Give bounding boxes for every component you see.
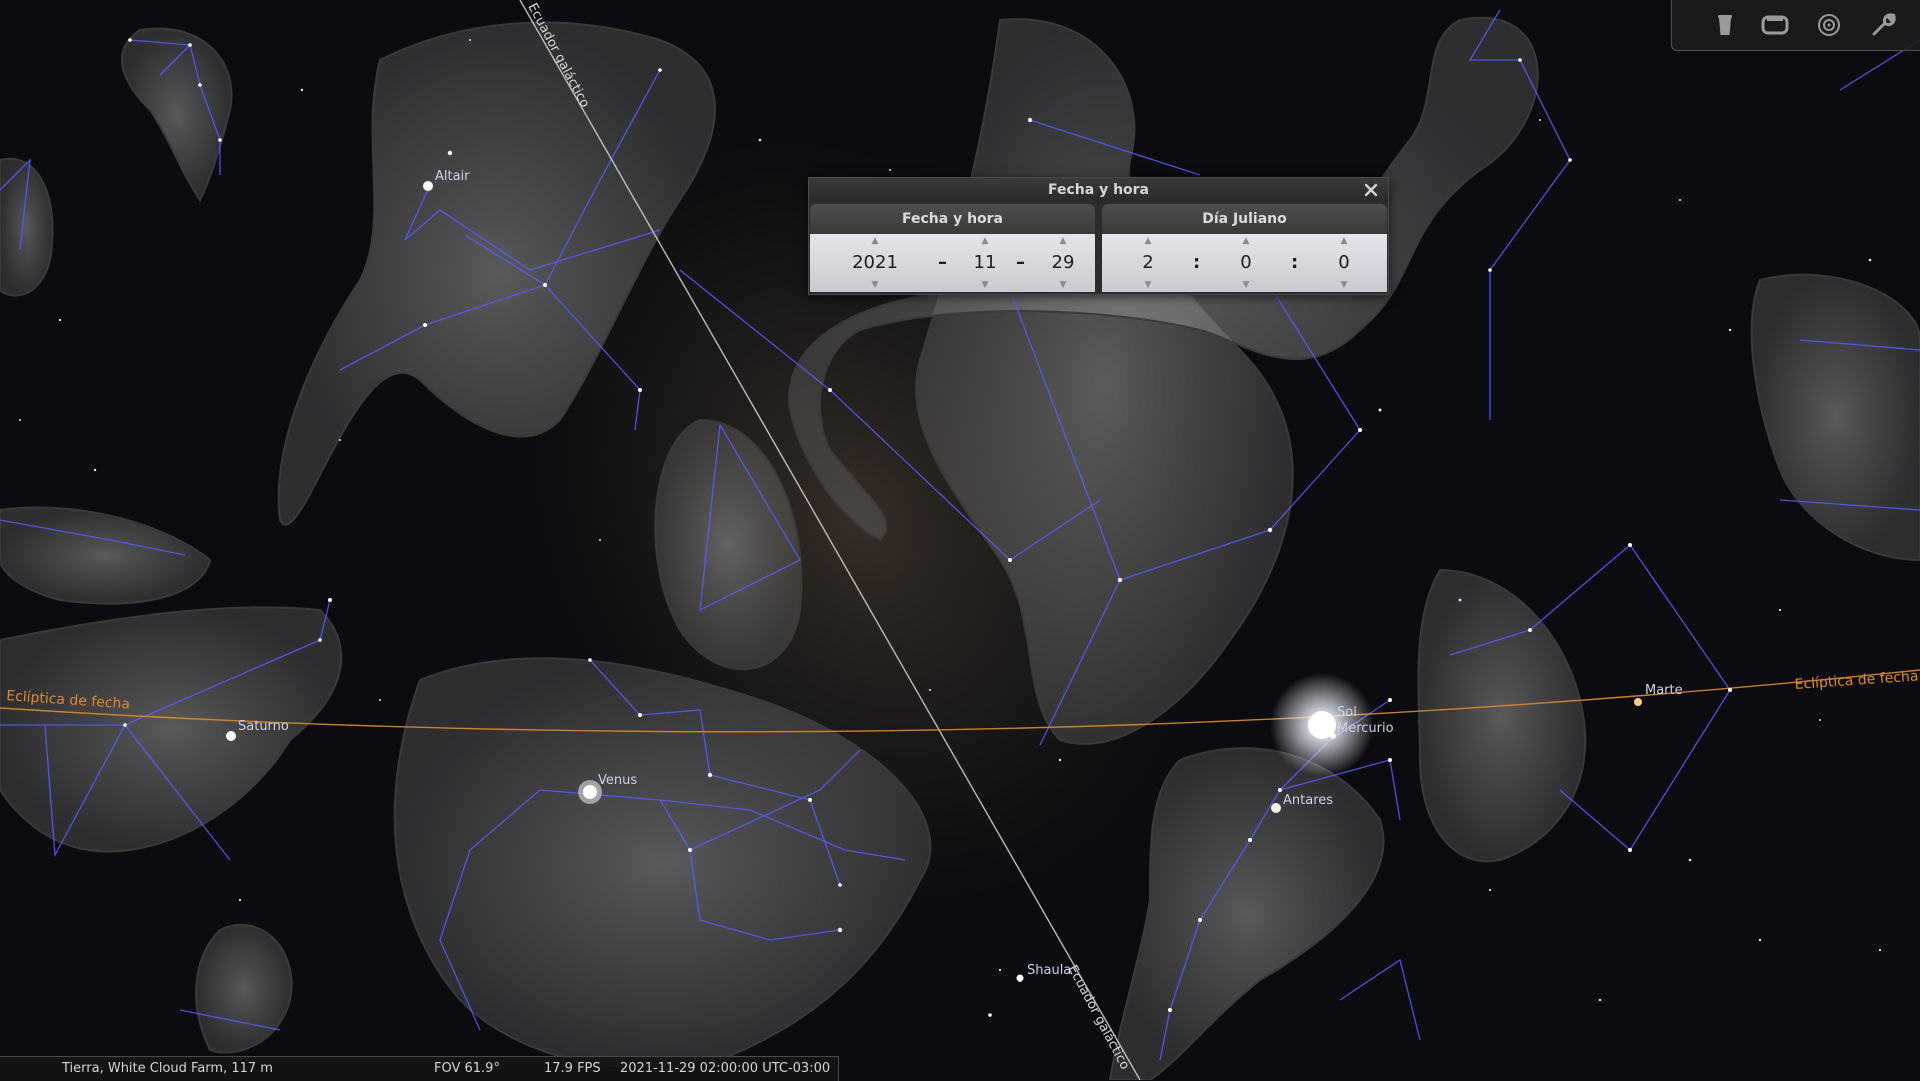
label-sol: Sol: [1337, 705, 1357, 720]
year-down-arrow-icon[interactable]: ▼: [845, 279, 905, 291]
window-icon: [1761, 15, 1789, 35]
label-mercurio: Mercurio: [1337, 721, 1394, 736]
dialog-title[interactable]: Fecha y hora: [809, 178, 1388, 202]
day-up-arrow-icon[interactable]: ▲: [1033, 235, 1093, 247]
label-shaula: Shaula: [1027, 963, 1071, 978]
status-location: Tierra, White Cloud Farm, 117 m: [62, 1061, 273, 1076]
second-down-arrow-icon[interactable]: ▼: [1314, 279, 1374, 291]
date-separator-2: –: [1016, 252, 1025, 273]
date-time-dialog: Fecha y hora Fecha y hora Día Juliano ▲ …: [808, 177, 1389, 295]
minute-value[interactable]: 0: [1216, 250, 1276, 276]
hour-spinner[interactable]: ▲ 2 ▼: [1118, 234, 1178, 292]
second-spinner[interactable]: ▲ 0 ▼: [1314, 234, 1374, 292]
hour-down-arrow-icon[interactable]: ▼: [1118, 279, 1178, 291]
second-value[interactable]: 0: [1314, 250, 1374, 276]
close-icon: [1364, 183, 1378, 197]
time-panel: ▲ 2 ▼ : ▲ 0 ▼ : ▲ 0 ▼: [1102, 234, 1387, 292]
sky-view[interactable]: Ecuador galáctico Ecuador galáctico Eclí…: [0, 0, 1920, 1080]
year-up-arrow-icon[interactable]: ▲: [845, 235, 905, 247]
top-right-toolbar: [1671, 0, 1920, 51]
year-value[interactable]: 2021: [845, 250, 905, 276]
minute-up-arrow-icon[interactable]: ▲: [1216, 235, 1276, 247]
tab-date-time[interactable]: Fecha y hora: [810, 204, 1095, 234]
target-icon: [1818, 14, 1840, 36]
minute-down-arrow-icon[interactable]: ▼: [1216, 279, 1276, 291]
date-separator-1: –: [938, 252, 947, 273]
close-button[interactable]: [1362, 181, 1380, 199]
wrench-icon: [1872, 13, 1896, 36]
month-spinner[interactable]: ▲ 11 ▼: [955, 234, 1015, 292]
settings-button[interactable]: [1867, 8, 1901, 42]
label-venus: Venus: [598, 773, 637, 788]
hour-value[interactable]: 2: [1118, 250, 1178, 276]
year-spinner[interactable]: ▲ 2021 ▼: [845, 234, 905, 292]
label-saturno: Saturno: [238, 719, 289, 734]
day-down-arrow-icon[interactable]: ▼: [1033, 279, 1093, 291]
target-button[interactable]: [1812, 8, 1846, 42]
hour-up-arrow-icon[interactable]: ▲: [1118, 235, 1178, 247]
month-value[interactable]: 11: [955, 250, 1015, 276]
month-up-arrow-icon[interactable]: ▲: [955, 235, 1015, 247]
status-fps: 17.9 FPS: [544, 1061, 601, 1076]
trash-icon: [1718, 15, 1732, 35]
time-separator-2: :: [1291, 252, 1299, 273]
label-marte: Marte: [1645, 683, 1683, 698]
date-panel: ▲ 2021 ▼ – ▲ 11 ▼ – ▲ 29 ▼: [810, 234, 1095, 292]
status-fov: FOV 61.9°: [434, 1061, 500, 1076]
minute-spinner[interactable]: ▲ 0 ▼: [1216, 234, 1276, 292]
status-datetime: 2021-11-29 02:00:00 UTC-03:00: [620, 1061, 831, 1076]
trash-button[interactable]: [1708, 8, 1742, 42]
time-separator-1: :: [1193, 252, 1201, 273]
second-up-arrow-icon[interactable]: ▲: [1314, 235, 1374, 247]
label-altair: Altair: [435, 169, 470, 184]
window-button[interactable]: [1758, 8, 1792, 42]
label-antares: Antares: [1283, 793, 1333, 808]
month-down-arrow-icon[interactable]: ▼: [955, 279, 1015, 291]
status-bar: Tierra, White Cloud Farm, 117 m FOV 61.9…: [0, 1056, 839, 1081]
tab-julian-day[interactable]: Día Juliano: [1102, 204, 1387, 234]
day-value[interactable]: 29: [1033, 250, 1093, 276]
day-spinner[interactable]: ▲ 29 ▼: [1033, 234, 1093, 292]
